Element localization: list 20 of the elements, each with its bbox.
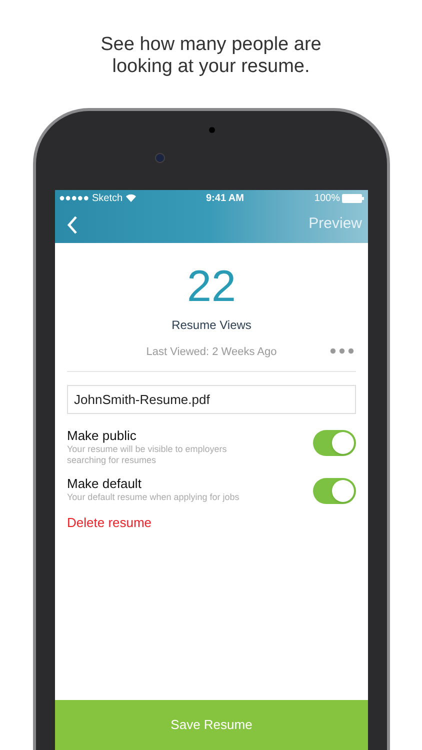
toggle-switch[interactable]	[313, 478, 356, 504]
more-icon[interactable]	[330, 348, 354, 354]
setting-title: Make default	[67, 476, 142, 492]
toggle-switch[interactable]	[313, 430, 356, 456]
battery-icon	[342, 194, 364, 202]
setting-description: Your resume will be visible to employers searching for resumes	[67, 444, 228, 466]
wifi-icon	[126, 194, 136, 202]
setting-description: Your default resume when applying for jobs	[67, 492, 240, 502]
battery-label: 100%	[314, 192, 340, 206]
carrier-label: ●●●●● Sketch	[59, 192, 123, 206]
file-name-field[interactable]: JohnSmith-Resume.pdf	[67, 384, 356, 414]
setting-title: Make public	[67, 428, 138, 444]
views-label: Resume Views	[172, 317, 252, 334]
back-icon[interactable]	[67, 216, 78, 234]
view-count: 22	[187, 263, 236, 311]
delete-resume-link[interactable]: Delete resume	[67, 512, 152, 532]
last-viewed-label: Last Viewed: 2 Weeks Ago	[146, 345, 277, 360]
caption: See how many people are looking at your resume.	[100, 34, 322, 79]
camera-icon	[154, 153, 164, 163]
status-time: 9:41 AM	[206, 192, 244, 206]
